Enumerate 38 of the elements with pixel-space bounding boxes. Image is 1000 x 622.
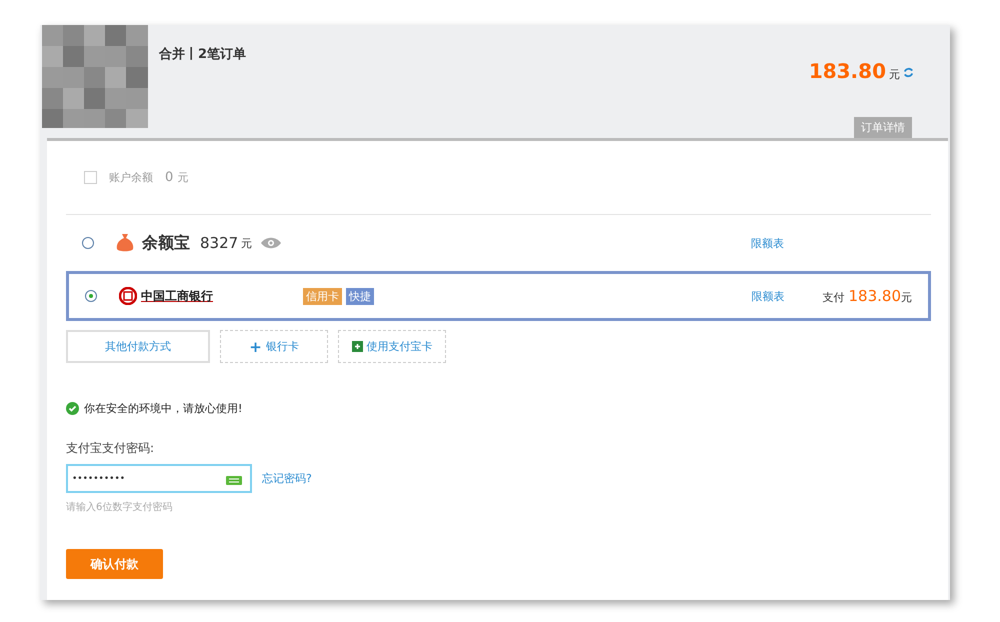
currency-unit: 元 bbox=[241, 236, 252, 250]
order-title: 合并丨2笔订单 bbox=[159, 46, 246, 64]
password-hint: 请输入6位数字支付密码 bbox=[66, 500, 174, 514]
password-field[interactable]: •••••••••• bbox=[66, 464, 252, 493]
order-details-tab[interactable]: 订单详情 bbox=[854, 117, 912, 138]
money-bag-icon bbox=[116, 233, 134, 253]
eye-icon[interactable] bbox=[260, 237, 282, 249]
method-balance: 8327 bbox=[200, 234, 238, 252]
bank-logo-icon bbox=[119, 287, 137, 305]
check-icon bbox=[66, 402, 79, 415]
payment-option-button[interactable]: + 银行卡 bbox=[220, 330, 328, 363]
limit-table-link[interactable]: 限额表 bbox=[752, 288, 784, 304]
card-icon bbox=[352, 341, 362, 352]
refresh-icon[interactable] bbox=[903, 67, 914, 78]
method-name: 余额宝 bbox=[142, 232, 190, 254]
currency-unit: 元 bbox=[901, 290, 912, 305]
radio-button[interactable] bbox=[82, 237, 94, 249]
payment-option-button[interactable]: 其他付款方式 bbox=[66, 330, 210, 363]
radio-button[interactable] bbox=[85, 290, 97, 302]
currency-unit: 元 bbox=[177, 170, 188, 185]
card-tag: 信用卡 bbox=[303, 288, 342, 304]
payment-option-button[interactable]: 使用支付宝卡 bbox=[338, 330, 446, 363]
payment-method-row[interactable]: 中国工商银行 信用卡 快捷 限额表 支付 183.80元 bbox=[66, 271, 931, 321]
balance-checkbox[interactable] bbox=[84, 171, 97, 184]
pay-label: 支付 bbox=[822, 290, 844, 305]
currency-unit: 元 bbox=[889, 67, 900, 82]
bank-name: 中国工商银行 bbox=[141, 288, 213, 304]
balance-label: 账户余额 bbox=[109, 170, 153, 185]
security-note: 你在安全的环境中，请放心使用! bbox=[84, 401, 242, 416]
payment-method-row[interactable]: 余额宝 8327 元 限额表 bbox=[66, 215, 931, 271]
confirm-payment-button[interactable]: 确认付款 bbox=[66, 549, 163, 579]
balance-amount: 0 bbox=[165, 170, 174, 185]
card-tag: 快捷 bbox=[346, 288, 374, 304]
password-label: 支付宝支付密码: bbox=[66, 440, 156, 457]
limit-table-link[interactable]: 限额表 bbox=[751, 236, 784, 250]
forgot-password-link[interactable]: 忘记密码? bbox=[262, 471, 312, 486]
pay-amount: 183.80 bbox=[848, 287, 901, 305]
order-amount: 183.80 bbox=[808, 59, 886, 83]
